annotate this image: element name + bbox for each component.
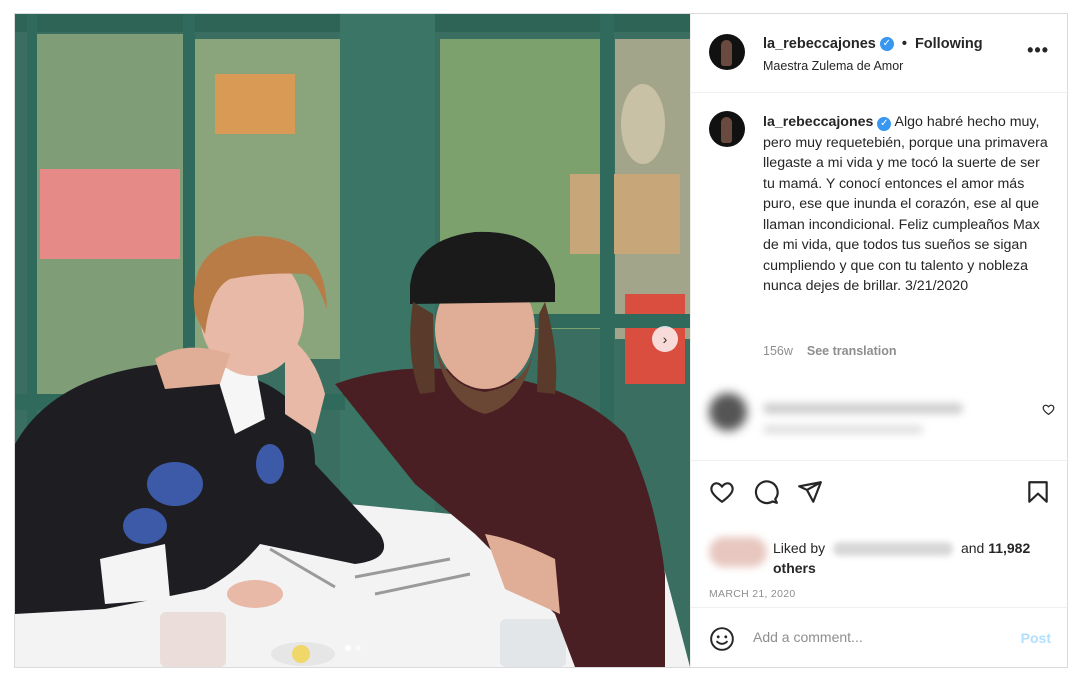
liked-by-label: Liked by (773, 540, 826, 556)
author-avatar[interactable] (709, 34, 745, 70)
comment-meta-blurred (763, 425, 923, 434)
verified-badge-icon: ✓ (879, 37, 894, 51)
verified-badge-icon: ✓ (877, 117, 892, 131)
post-photo[interactable]: › (15, 14, 690, 667)
comment-icon[interactable] (753, 479, 779, 505)
post-side-panel: la_rebeccajones ✓ • Following Maestra Zu… (690, 14, 1069, 667)
comment-text-blurred (763, 403, 963, 414)
author-subtitle[interactable]: Maestra Zulema de Amor (763, 59, 903, 73)
photo-illustration (15, 14, 690, 667)
author-username[interactable]: la_rebeccajones (763, 36, 876, 52)
emoji-icon[interactable] (709, 626, 735, 652)
blurred-comment (691, 381, 1069, 451)
carousel-indicator (344, 645, 361, 651)
likes-and-label: and (960, 540, 985, 556)
liker-name-blurred[interactable] (833, 542, 954, 557)
caption-avatar[interactable] (709, 111, 745, 147)
more-options-icon[interactable]: ••• (1027, 40, 1049, 61)
post-comment-button[interactable]: Post (1021, 630, 1051, 646)
caption-meta: 156w See translation (763, 344, 897, 358)
author-row: la_rebeccajones ✓ • Following (763, 36, 983, 52)
comment-bar: Post (691, 607, 1069, 667)
caption-username[interactable]: la_rebeccajones (763, 114, 873, 130)
header-separator: • (901, 36, 907, 52)
carousel-dot-active (344, 645, 351, 651)
liker-avatars[interactable] (709, 537, 767, 567)
add-comment-input[interactable] (753, 629, 993, 645)
heart-icon[interactable] (709, 479, 735, 505)
post-header: la_rebeccajones ✓ • Following Maestra Zu… (691, 14, 1069, 93)
caption-area: la_rebeccajones ✓ Algo habré hecho muy, … (691, 93, 1069, 461)
post-age[interactable]: 156w (763, 344, 793, 358)
post-actions: Liked by and 11,982 others MARCH 21, 202… (691, 461, 1069, 621)
likes-summary: Liked by and 11,982 others (773, 538, 1053, 578)
comment-like-heart-icon[interactable] (1042, 403, 1055, 419)
caption-text: Algo habré hecho muy, pero muy requetebi… (763, 114, 1048, 294)
post-modal: › la_rebeccajones ✓ • Following Maestra … (14, 13, 1069, 668)
post-date[interactable]: MARCH 21, 2020 (709, 588, 796, 600)
likes-others-label[interactable]: others (773, 560, 816, 576)
following-button[interactable]: Following (915, 36, 983, 52)
bookmark-icon[interactable] (1025, 479, 1051, 505)
caption: la_rebeccajones ✓ Algo habré hecho muy, … (763, 112, 1053, 297)
comment-avatar (709, 393, 747, 431)
next-photo-button[interactable]: › (652, 326, 678, 352)
see-translation-button[interactable]: See translation (807, 344, 897, 358)
share-icon[interactable] (797, 479, 823, 505)
likes-count[interactable]: 11,982 (988, 540, 1030, 556)
carousel-dot (354, 645, 361, 651)
